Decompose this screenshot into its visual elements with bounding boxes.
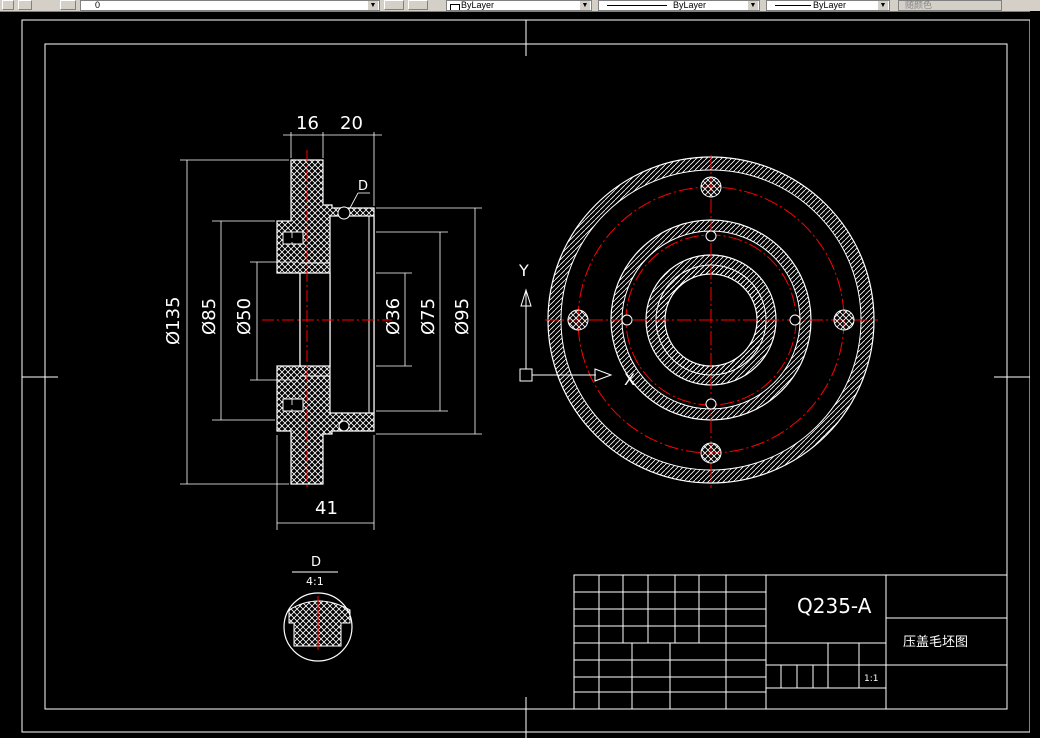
chevron-down-icon[interactable]: ▼ xyxy=(368,1,378,10)
dim-d85: Ø85 xyxy=(199,298,220,335)
detail-callout: D xyxy=(358,179,368,194)
detail-view: D 4:1 xyxy=(283,555,353,662)
lineweight-dropdown[interactable]: ByLayer ▼ xyxy=(766,0,890,11)
color-value: ByLayer xyxy=(461,0,495,10)
plotstyle-value: 随颜色 xyxy=(905,0,933,10)
front-view xyxy=(545,155,878,488)
chevron-down-icon[interactable]: ▼ xyxy=(878,1,888,10)
dim-d75: Ø75 xyxy=(418,298,439,335)
color-swatch-icon xyxy=(450,4,460,10)
detail-scale: 4:1 xyxy=(306,575,324,588)
chevron-down-icon[interactable]: ▼ xyxy=(580,1,590,10)
linetype-dropdown[interactable]: ByLayer ▼ xyxy=(598,0,760,11)
layer-dropdown[interactable]: 0 ▼ xyxy=(80,0,380,11)
title-block-text: Q235-A 压盖毛坯图 1:1 xyxy=(797,594,968,684)
dim-d50: Ø50 xyxy=(234,298,255,335)
lineweight-sample-icon xyxy=(775,5,811,6)
make-current-layer-icon[interactable] xyxy=(384,0,404,10)
linetype-value: ByLayer xyxy=(673,0,707,10)
dim-d135: Ø135 xyxy=(163,296,184,345)
sheet-border xyxy=(21,19,1030,738)
layer-state-icon[interactable] xyxy=(18,0,32,10)
layer-previous-icon[interactable] xyxy=(408,0,428,10)
plotstyle-dropdown: 随颜色 xyxy=(898,0,1002,11)
part-name: 压盖毛坯图 xyxy=(903,635,968,650)
material-label: Q235-A xyxy=(797,594,872,618)
color-dropdown[interactable]: ByLayer ▼ xyxy=(446,0,592,11)
detail-section-label: D xyxy=(311,555,321,570)
section-view xyxy=(262,150,392,490)
dim-16: 16 xyxy=(296,113,319,134)
dim-d36: Ø36 xyxy=(383,298,404,335)
dim-20: 20 xyxy=(340,113,363,134)
ucs-y-label: Y xyxy=(518,261,529,280)
layers-icon[interactable] xyxy=(60,0,76,10)
drawing-canvas[interactable]: 16 20 41 Ø135 Ø85 Ø50 Ø36 Ø75 Ø95 D Y X … xyxy=(0,11,1030,738)
layer-manager-icon[interactable] xyxy=(2,0,14,10)
ucs-x-label: X xyxy=(624,370,635,389)
chevron-down-icon[interactable]: ▼ xyxy=(748,1,758,10)
scale-value: 1:1 xyxy=(864,674,878,684)
linetype-sample-icon xyxy=(607,5,667,6)
dim-d95: Ø95 xyxy=(452,298,473,335)
vertical-scrollbar[interactable] xyxy=(1030,11,1040,738)
layer-name: 0 xyxy=(95,0,101,10)
lineweight-value: ByLayer xyxy=(813,0,847,10)
dim-41: 41 xyxy=(315,498,338,519)
